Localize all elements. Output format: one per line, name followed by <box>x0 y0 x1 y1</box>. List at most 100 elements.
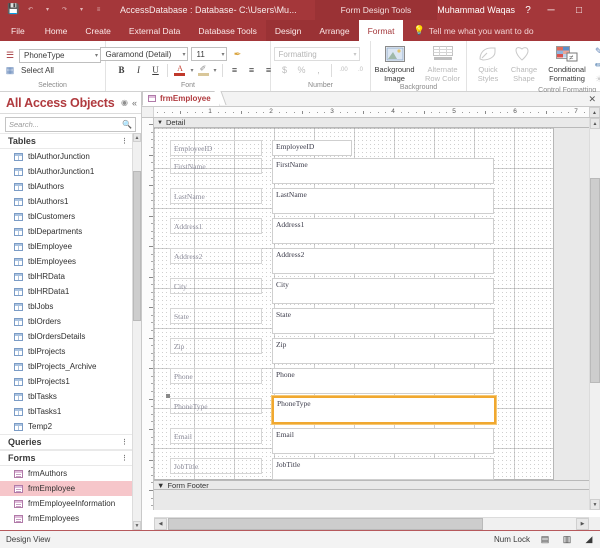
scrollbar-thumb[interactable] <box>590 178 600 383</box>
label-address1[interactable]: Address1 <box>170 218 262 234</box>
restore-button[interactable]: □ <box>565 0 593 20</box>
list-item[interactable]: tblEmployees <box>0 254 132 269</box>
currency-button[interactable]: $ <box>278 63 292 77</box>
font-color-button[interactable]: A <box>173 65 186 76</box>
canvas-horizontal-scrollbar[interactable]: ◀ ▶ <box>154 517 589 530</box>
canvas-vertical-scrollbar[interactable]: ▲ ▼ <box>589 118 600 510</box>
textbox-zip[interactable]: Zip <box>272 338 494 364</box>
list-item[interactable]: tblAuthors <box>0 179 132 194</box>
section-expander-icon[interactable]: ▼ <box>157 120 163 126</box>
list-item[interactable]: tblDepartments <box>0 224 132 239</box>
sidebar-item-frmemployee[interactable]: frmEmployee <box>0 481 132 496</box>
undo-icon[interactable]: ↶ <box>23 3 38 18</box>
tab-database-tools[interactable]: Database Tools <box>189 20 265 41</box>
label-employeeid[interactable]: EmployeeID <box>170 140 262 156</box>
navigation-object-list[interactable]: Tables ⋮ tblAuthorJunction tblAuthorJunc… <box>0 133 132 530</box>
tell-me-search[interactable]: 💡 Tell me what you want to do <box>403 20 533 41</box>
label-lastname[interactable]: LastName <box>170 188 262 204</box>
chevron-up-icon[interactable]: ⋮ <box>121 454 128 462</box>
chevron-down-icon[interactable]: ▾ <box>214 67 217 74</box>
textbox-address2[interactable]: Address2 <box>272 248 494 274</box>
scrollbar-thumb[interactable] <box>168 518 483 530</box>
label-zip[interactable]: Zip <box>170 338 262 354</box>
label-email[interactable]: Email <box>170 428 262 444</box>
list-item[interactable]: tblHRData1 <box>0 284 132 299</box>
label-address2[interactable]: Address2 <box>170 248 262 264</box>
quick-styles-button[interactable]: Quick Styles <box>471 43 505 83</box>
close-document-icon[interactable]: ✕ <box>588 94 596 104</box>
list-item[interactable]: tblHRData <box>0 269 132 284</box>
scroll-down-arrow-icon[interactable]: ▼ <box>590 499 600 510</box>
horizontal-ruler[interactable]: 1 2 3 4 5 6 7 ▲ <box>142 107 600 118</box>
label-state[interactable]: State <box>170 308 262 324</box>
font-name-combo[interactable]: Garamond (Detail) ▾ <box>100 47 188 61</box>
italic-button[interactable]: I <box>131 63 145 77</box>
form-design-canvas[interactable]: ▼ Detail EmployeeID EmployeeID FirstName… <box>154 118 589 510</box>
list-item[interactable]: tblEmployee <box>0 239 132 254</box>
redo-dropdown-icon[interactable]: ▾ <box>74 3 89 18</box>
decrease-decimal-button[interactable]: .0 <box>354 63 368 77</box>
tab-create[interactable]: Create <box>76 20 120 41</box>
textbox-phonetype[interactable]: PhoneType <box>272 396 496 424</box>
textbox-jobtitle[interactable]: JobTitle <box>272 458 494 480</box>
shape-fill-button[interactable]: ✎ Shape Fill ▾ <box>595 45 600 58</box>
layout-view-button[interactable]: ▥ <box>560 533 574 547</box>
list-item[interactable]: tblOrdersDetails <box>0 329 132 344</box>
detail-section-bar[interactable]: ▼ Detail <box>154 118 589 128</box>
font-size-combo[interactable]: 11 ▾ <box>191 47 227 61</box>
scroll-left-arrow-icon[interactable]: ◀ <box>154 518 167 530</box>
list-item[interactable]: tblCustomers <box>0 209 132 224</box>
tab-format[interactable]: Format <box>359 20 404 41</box>
navigation-options-icon[interactable]: ◉ <box>121 98 128 107</box>
tab-home[interactable]: Home <box>36 20 77 41</box>
conditional-formatting-button[interactable]: ≠ Conditional Formatting <box>543 43 591 83</box>
scroll-up-arrow-icon[interactable]: ▲ <box>590 118 600 129</box>
user-account-name[interactable]: Muhammad Waqas <box>437 5 519 15</box>
list-item[interactable]: tblTasks <box>0 389 132 404</box>
document-tab-frmemployee[interactable]: frmEmployee <box>142 91 220 106</box>
label-jobtitle[interactable]: JobTitle <box>170 458 262 474</box>
list-item[interactable]: tblAuthorJunction <box>0 149 132 164</box>
select-all-button[interactable]: Select All <box>19 65 56 76</box>
label-firstname[interactable]: FirstName <box>170 158 262 174</box>
customize-qat-icon[interactable]: ≡ <box>91 3 106 18</box>
scroll-down-arrow-icon[interactable]: ▼ <box>133 521 141 530</box>
list-item[interactable]: tblProjects <box>0 344 132 359</box>
shape-effects-button[interactable]: ☀ Shape Effects ▾ <box>595 73 600 86</box>
minimize-button[interactable]: ─ <box>537 0 565 20</box>
list-item[interactable]: frmEmployeeInformation <box>0 496 132 511</box>
textbox-lastname[interactable]: LastName <box>272 188 494 214</box>
chevron-down-icon[interactable]: ⋮ <box>121 438 128 446</box>
nav-group-tables[interactable]: Tables ⋮ <box>0 133 132 149</box>
label-city[interactable]: City <box>170 278 262 294</box>
percent-button[interactable]: % <box>295 63 309 77</box>
tab-arrange[interactable]: Arrange <box>310 20 358 41</box>
textbox-phone[interactable]: Phone <box>272 368 494 394</box>
list-item[interactable]: tblProjects_Archive <box>0 359 132 374</box>
chevron-up-icon[interactable]: ⋮ <box>121 137 128 145</box>
number-format-combo[interactable]: Formatting ▾ <box>274 47 360 61</box>
form-surface[interactable]: EmployeeID EmployeeID FirstName FirstNam… <box>154 128 554 480</box>
scroll-right-arrow-icon[interactable]: ▶ <box>576 518 589 530</box>
tab-external-data[interactable]: External Data <box>120 20 190 41</box>
textbox-city[interactable]: City <box>272 278 494 304</box>
save-icon[interactable]: 💾 <box>6 3 21 18</box>
design-view-button[interactable]: ◢ <box>582 533 596 547</box>
nav-group-queries[interactable]: Queries ⋮ <box>0 434 132 450</box>
list-item[interactable]: tblAuthorJunction1 <box>0 164 132 179</box>
alternate-row-color-button[interactable]: Alternate Row Color <box>420 43 466 83</box>
object-selector-combo[interactable]: PhoneType ▾ <box>19 49 101 63</box>
align-left-button[interactable]: ≡ <box>228 63 242 77</box>
list-item[interactable]: frmEmployees <box>0 511 132 526</box>
section-expander-icon[interactable]: ▼ <box>157 481 164 490</box>
underline-button[interactable]: U <box>148 63 162 77</box>
list-item[interactable]: tblJobs <box>0 299 132 314</box>
textbox-state[interactable]: State <box>272 308 494 334</box>
background-image-button[interactable]: Background Image <box>372 43 418 83</box>
increase-decimal-button[interactable]: .00 <box>337 63 351 77</box>
scroll-up-arrow-icon[interactable]: ▲ <box>589 107 600 118</box>
bold-button[interactable]: B <box>114 63 128 77</box>
label-phonetype[interactable]: PhoneType <box>170 398 262 414</box>
textbox-address1[interactable]: Address1 <box>272 218 494 244</box>
vertical-ruler[interactable] <box>142 118 154 510</box>
